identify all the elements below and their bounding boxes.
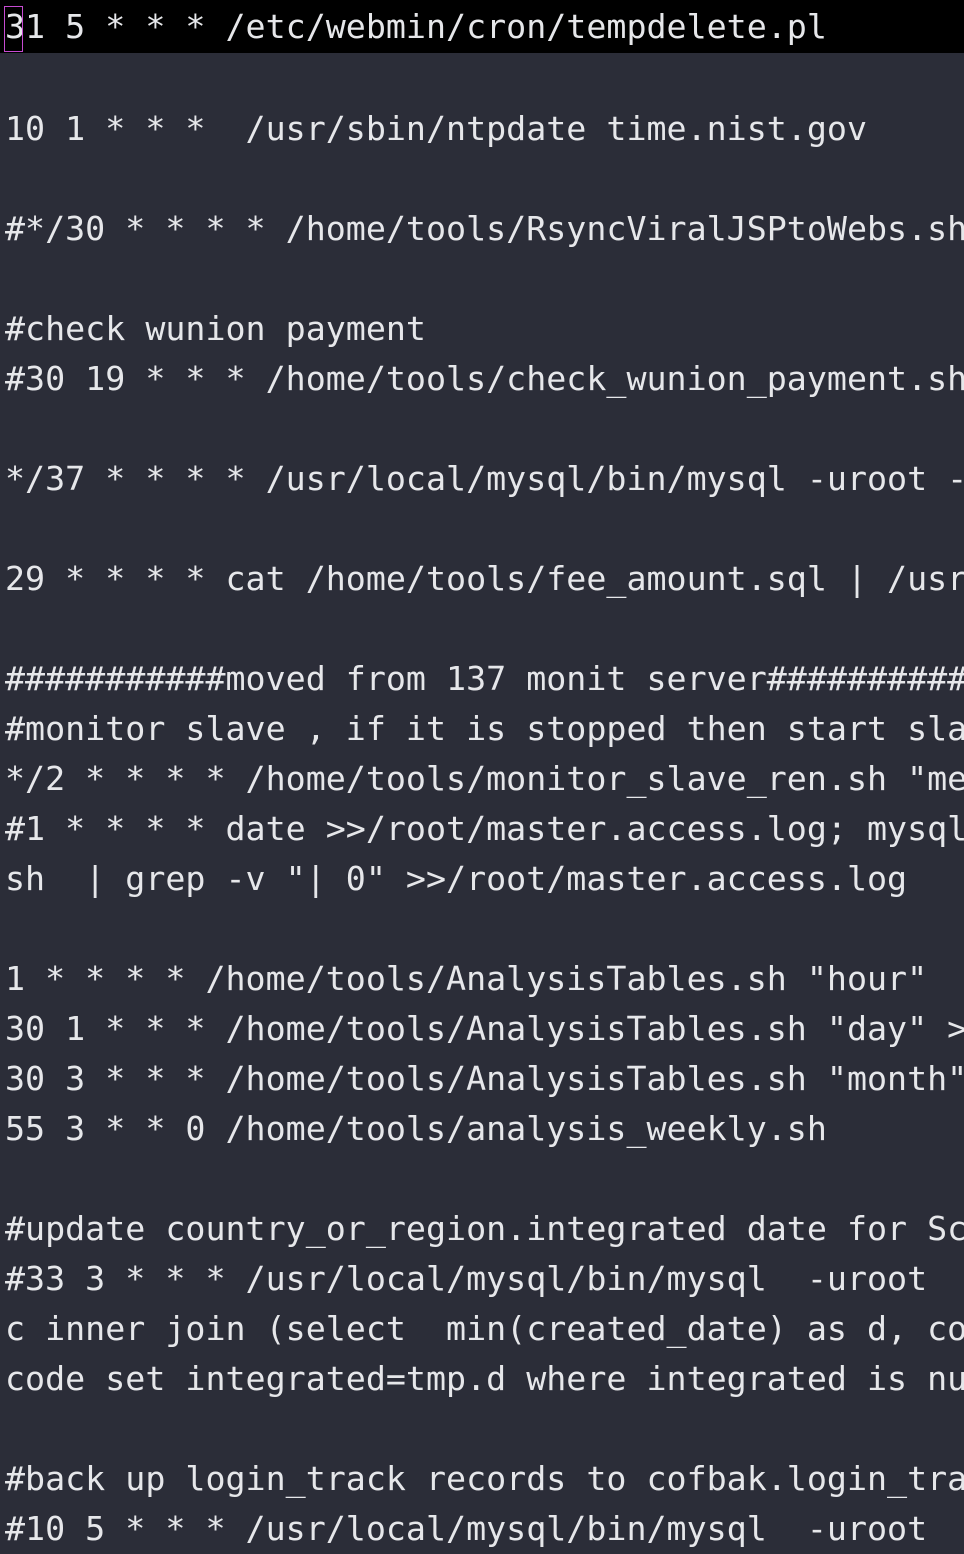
editor-line[interactable] (0, 904, 964, 954)
editor-line[interactable]: 1 * * * * /home/tools/AnalysisTables.sh … (0, 954, 964, 1004)
text-cursor (4, 6, 23, 52)
editor-line[interactable]: */2 * * * * /home/tools/monitor_slave_re… (0, 754, 964, 804)
editor-line[interactable]: #*/30 * * * * /home/tools/RsyncViralJSPt… (0, 204, 964, 254)
editor-line[interactable]: */37 * * * * /usr/local/mysql/bin/mysql … (0, 454, 964, 504)
editor-line[interactable]: #10 5 * * * /usr/local/mysql/bin/mysql -… (0, 1504, 964, 1554)
editor-line[interactable] (0, 604, 964, 654)
editor-line[interactable]: #1 * * * * date >>/root/master.access.lo… (0, 804, 964, 854)
editor-line[interactable] (0, 154, 964, 204)
editor-line[interactable]: 55 3 * * 0 /home/tools/analysis_weekly.s… (0, 1104, 964, 1154)
editor-line[interactable]: 30 1 * * * /home/tools/AnalysisTables.sh… (0, 1004, 964, 1054)
editor-line[interactable]: sh | grep -v "| 0" >>/root/master.access… (0, 854, 964, 904)
editor-line[interactable]: 29 * * * * cat /home/tools/fee_amount.sq… (0, 554, 964, 604)
editor-line[interactable]: code set integrated=tmp.d where integrat… (0, 1354, 964, 1404)
editor-line[interactable]: #33 3 * * * /usr/local/mysql/bin/mysql -… (0, 1254, 964, 1304)
editor-line[interactable] (0, 1154, 964, 1204)
editor-line[interactable] (0, 254, 964, 304)
editor-line[interactable] (0, 54, 964, 104)
editor-line[interactable]: 30 3 * * * /home/tools/AnalysisTables.sh… (0, 1054, 964, 1104)
editor-line[interactable]: #update country_or_region.integrated dat… (0, 1204, 964, 1254)
editor-line[interactable] (0, 404, 964, 454)
editor-line[interactable] (0, 1404, 964, 1454)
editor-line[interactable]: #30 19 * * * /home/tools/check_wunion_pa… (0, 354, 964, 404)
editor-line[interactable]: #back up login_track records to cofbak.l… (0, 1454, 964, 1504)
editor-line[interactable] (0, 504, 964, 554)
terminal-editor[interactable]: 31 5 * * * /etc/webmin/cron/tempdelete.p… (0, 0, 964, 1554)
editor-line[interactable]: 10 1 * * * /usr/sbin/ntpdate time.nist.g… (0, 104, 964, 154)
editor-line[interactable]: c inner join (select min(created_date) a… (0, 1304, 964, 1354)
editor-line[interactable]: #check wunion payment (0, 304, 964, 354)
editor-line[interactable]: #monitor slave , if it is stopped then s… (0, 704, 964, 754)
editor-line[interactable]: 31 5 * * * /etc/webmin/cron/tempdelete.p… (0, 0, 964, 53)
editor-line[interactable]: ###########moved from 137 monit server##… (0, 654, 964, 704)
